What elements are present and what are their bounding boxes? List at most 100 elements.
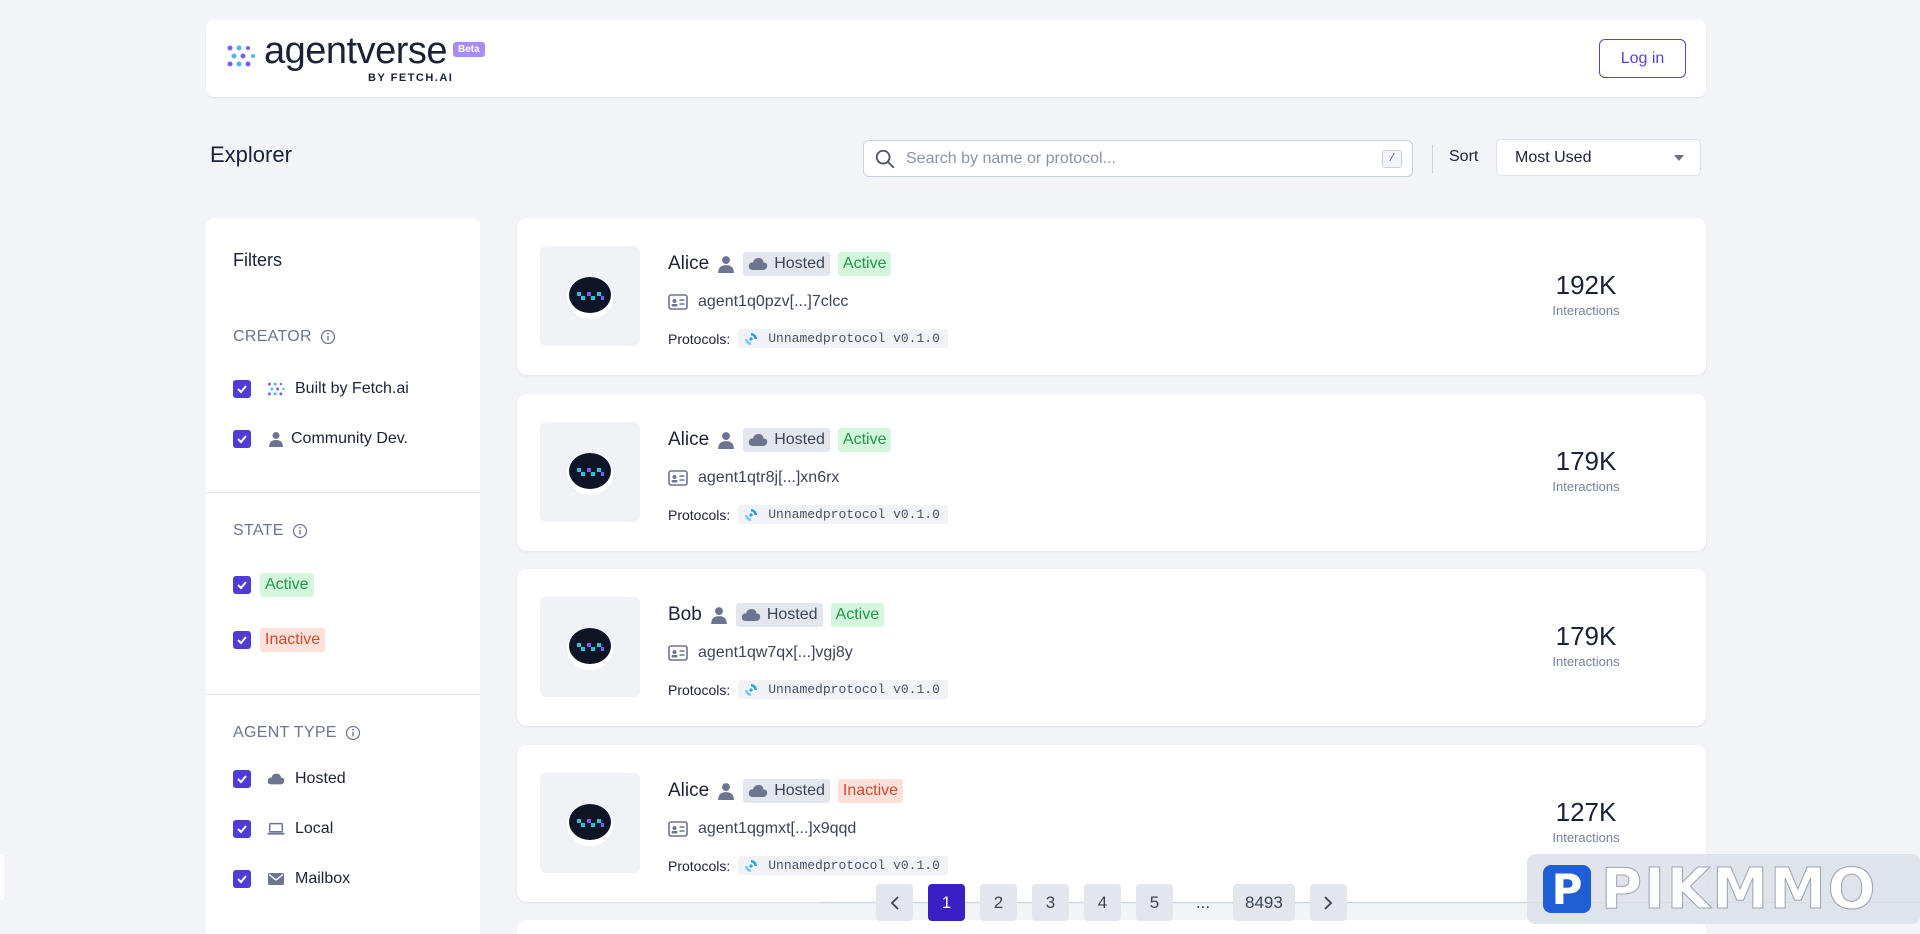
status-badge: Inactive xyxy=(837,779,904,803)
user-icon xyxy=(710,607,727,624)
search-icon xyxy=(875,149,895,168)
checkbox-inactive[interactable] xyxy=(233,631,251,649)
sort-divider xyxy=(1432,145,1433,173)
agent-name[interactable]: Alice xyxy=(668,429,709,451)
agent-address[interactable]: agent1q0pzv[...]7clcc xyxy=(698,293,848,311)
checkbox-active[interactable] xyxy=(233,576,251,594)
protocol-name: Unnamedprotocol v0.1.0 xyxy=(768,682,940,697)
chevron-down-icon xyxy=(1674,154,1684,161)
agent-name[interactable]: Alice xyxy=(668,780,709,802)
filter-option-local[interactable]: Local xyxy=(233,820,333,838)
protocol-chip[interactable]: Unnamedprotocol v0.1.0 xyxy=(738,856,948,875)
agentverse-logo[interactable]: agentverse Beta xyxy=(226,32,485,74)
filter-option-mailbox[interactable]: Mailbox xyxy=(233,870,350,888)
info-icon[interactable] xyxy=(320,329,336,345)
protocol-name: Unnamedprotocol v0.1.0 xyxy=(768,331,940,346)
check-icon xyxy=(237,775,247,784)
interactions-count: 192K xyxy=(1555,270,1617,300)
chevron-left-icon xyxy=(890,895,899,910)
laptop-icon xyxy=(267,820,285,838)
filters-panel: Filters CREATOR Built by Fetch.ai Commun… xyxy=(206,218,480,934)
fetch-logo-icon xyxy=(267,380,285,398)
avatar xyxy=(540,422,640,522)
filter-heading-agent-type: AGENT TYPE xyxy=(233,724,361,742)
protocols-label: Protocols: xyxy=(668,506,731,523)
checkbox-hosted[interactable] xyxy=(233,770,251,788)
hosted-badge: Hosted xyxy=(743,252,830,276)
sort-dropdown[interactable]: Most Used xyxy=(1496,139,1701,176)
login-button[interactable]: Log in xyxy=(1599,39,1686,78)
protocol-chip[interactable]: Unnamedprotocol v0.1.0 xyxy=(738,680,948,699)
info-icon[interactable] xyxy=(345,725,361,741)
interactions-label: Interactions xyxy=(1552,830,1620,845)
avatar xyxy=(540,773,640,873)
checkbox-community-dev[interactable] xyxy=(233,430,251,448)
protocol-chip[interactable]: Unnamedprotocol v0.1.0 xyxy=(738,329,948,348)
user-icon xyxy=(718,432,735,449)
interactions-stat: 179K Interactions xyxy=(1526,621,1646,669)
agent-address[interactable]: agent1qgmxt[...]x9qqd xyxy=(698,820,856,838)
prev-page-button[interactable] xyxy=(876,884,913,921)
beta-badge: Beta xyxy=(453,42,485,57)
filter-section-agent-type: AGENT TYPE Hosted Local Mailbox xyxy=(206,694,480,934)
check-icon xyxy=(237,435,247,444)
filter-option-label: Community Dev. xyxy=(291,430,409,447)
agent-address[interactable]: agent1qw7qx[...]vgj8y xyxy=(698,644,853,662)
agent-address[interactable]: agent1qtr8j[...]xn6rx xyxy=(698,469,839,487)
filter-option-hosted[interactable]: Hosted xyxy=(233,770,346,788)
search-shortcut-key: / xyxy=(1382,149,1402,168)
page-button-4[interactable]: 4 xyxy=(1084,884,1121,921)
agent-name[interactable]: Alice xyxy=(668,253,709,275)
page-button-2[interactable]: 2 xyxy=(980,884,1017,921)
interactions-count: 179K xyxy=(1555,621,1617,651)
interactions-count: 127K xyxy=(1555,797,1617,827)
agent-card[interactable]: Bob Hosted Active agent1qw7qx[...]vgj8y … xyxy=(517,569,1706,726)
interactions-stat: 179K Interactions xyxy=(1526,446,1646,494)
protocol-icon xyxy=(745,683,758,696)
agent-card[interactable]: Alice Hosted Active agent1qtr8j[...]xn6r… xyxy=(517,394,1706,551)
checkbox-mailbox[interactable] xyxy=(233,870,251,888)
next-page-button[interactable] xyxy=(1309,884,1347,921)
page-button-last[interactable]: 8493 xyxy=(1233,884,1295,921)
watermark: P PIKMMO xyxy=(1527,854,1920,924)
protocols-row: Protocols: Unnamedprotocol v0.1.0 xyxy=(668,505,948,524)
protocols-label: Protocols: xyxy=(668,681,731,698)
search-input[interactable] xyxy=(906,149,1382,168)
filter-option-active[interactable]: Active xyxy=(233,573,314,597)
page-button-3[interactable]: 3 xyxy=(1032,884,1069,921)
filter-option-built-by-fetch[interactable]: Built by Fetch.ai xyxy=(233,380,409,398)
filter-section-state: STATE Active Inactive xyxy=(206,492,480,692)
protocols-label: Protocols: xyxy=(668,857,731,874)
check-icon xyxy=(237,825,247,834)
filter-option-inactive[interactable]: Inactive xyxy=(233,628,326,652)
id-card-icon xyxy=(668,821,688,837)
id-card-icon xyxy=(668,645,688,661)
cloud-icon xyxy=(749,434,768,446)
hosted-badge: Hosted xyxy=(743,779,830,803)
brand-name: agentverse xyxy=(264,30,448,72)
protocol-name: Unnamedprotocol v0.1.0 xyxy=(768,858,940,873)
interactions-label: Interactions xyxy=(1552,654,1620,669)
agent-card[interactable]: Alice Hosted Active agent1q0pzv[...]7clc… xyxy=(517,218,1706,375)
agent-address-row: agent1qtr8j[...]xn6rx xyxy=(668,469,839,487)
filter-heading-creator-label: CREATOR xyxy=(233,328,312,345)
page-button-5[interactable]: 5 xyxy=(1136,884,1173,921)
agent-robot-icon xyxy=(567,453,613,495)
info-icon[interactable] xyxy=(292,523,308,539)
agent-robot-icon xyxy=(567,628,613,670)
page-button-1[interactable]: 1 xyxy=(928,884,965,921)
search-box[interactable]: / xyxy=(863,140,1413,177)
hosted-badge-label: Hosted xyxy=(774,255,825,272)
agent-name[interactable]: Bob xyxy=(668,604,702,626)
protocols-row: Protocols: Unnamedprotocol v0.1.0 xyxy=(668,856,948,875)
hosted-badge: Hosted xyxy=(743,428,830,452)
filter-heading-creator: CREATOR xyxy=(233,328,336,346)
hosted-badge-label: Hosted xyxy=(766,606,818,623)
id-card-icon xyxy=(668,294,688,310)
filter-option-community-dev[interactable]: Community Dev. xyxy=(233,430,408,448)
checkbox-built-by-fetch[interactable] xyxy=(233,380,251,398)
avatar xyxy=(540,597,640,697)
protocol-chip[interactable]: Unnamedprotocol v0.1.0 xyxy=(738,505,948,524)
status-badge: Active xyxy=(837,252,892,276)
checkbox-local[interactable] xyxy=(233,820,251,838)
